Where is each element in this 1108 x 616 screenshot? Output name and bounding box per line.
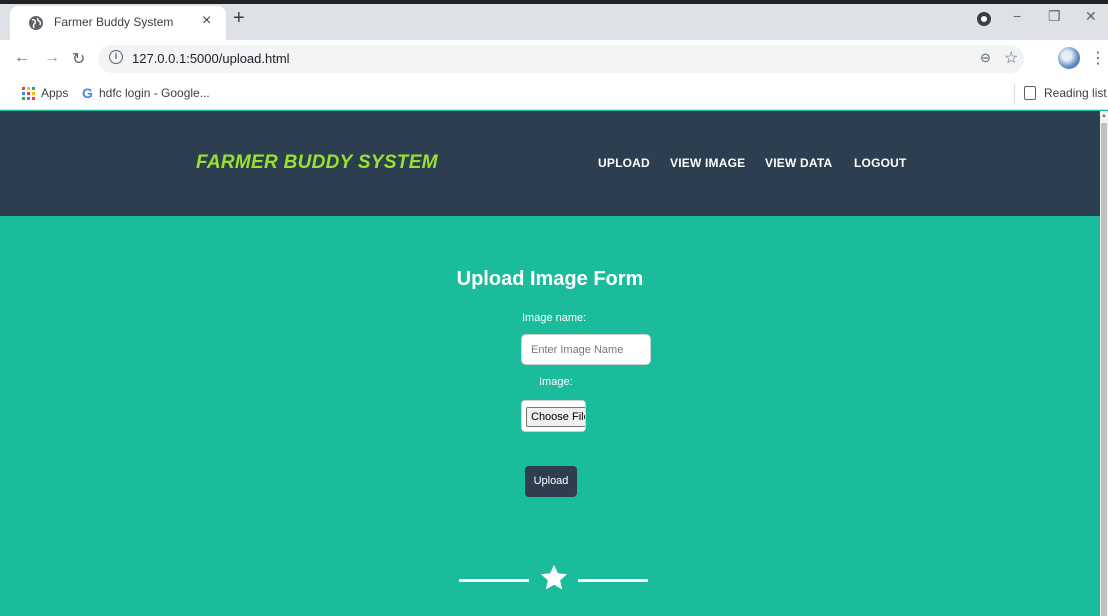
tab-close-icon[interactable]: × xyxy=(202,12,211,30)
reload-icon[interactable]: ↻ xyxy=(72,49,85,69)
zoom-icon[interactable]: ⊖ xyxy=(980,50,991,66)
bookmark-hdfc-login[interactable]: hdfc login - Google... xyxy=(99,86,210,100)
form-title: Upload Image Form xyxy=(456,268,644,290)
site-brand[interactable]: FARMER BUDDY SYSTEM xyxy=(196,152,438,174)
browser-tab[interactable]: Farmer Buddy System × xyxy=(10,6,226,40)
nav-view-data[interactable]: VIEW DATA xyxy=(765,156,832,170)
bookmark-apps[interactable]: Apps xyxy=(41,86,68,100)
page-content: FARMER BUDDY SYSTEM UPLOAD VIEW IMAGE VI… xyxy=(0,111,1100,616)
window-top-edge xyxy=(0,0,1108,4)
reading-list-icon[interactable] xyxy=(1024,86,1036,100)
choose-file-button[interactable]: Choose File xyxy=(526,407,585,427)
restore-icon[interactable]: ❐ xyxy=(1048,8,1061,25)
image-label: Image: xyxy=(539,376,573,388)
bookmark-separator xyxy=(1014,84,1015,104)
tab-title: Farmer Buddy System xyxy=(54,15,174,29)
image-name-input[interactable] xyxy=(521,334,651,365)
nav-upload[interactable]: UPLOAD xyxy=(598,156,650,170)
site-navbar: FARMER BUDDY SYSTEM UPLOAD VIEW IMAGE VI… xyxy=(0,111,1100,216)
address-bar-row: ← → ↻ i 127.0.0.1:5000/upload.html ⊖ ☆ ⋮ xyxy=(0,40,1108,78)
menu-kebab-icon[interactable]: ⋮ xyxy=(1090,48,1106,68)
star-icon xyxy=(541,564,567,590)
profile-avatar-icon[interactable] xyxy=(1058,47,1080,69)
scroll-up-icon[interactable]: ▲ xyxy=(1101,113,1107,119)
page-scrollbar[interactable]: ▲ xyxy=(1100,111,1108,616)
reading-list-button[interactable]: Reading list xyxy=(1044,86,1107,100)
back-arrow-icon[interactable]: ← xyxy=(14,49,30,67)
url-bar[interactable]: i 127.0.0.1:5000/upload.html ⊖ ☆ xyxy=(98,45,1024,73)
divider-line-right xyxy=(578,579,648,582)
forward-arrow-icon[interactable]: → xyxy=(44,49,60,67)
info-icon[interactable]: i xyxy=(109,50,123,64)
url-text[interactable]: 127.0.0.1:5000/upload.html xyxy=(132,51,290,66)
divider-line-left xyxy=(459,579,529,582)
bookmark-star-icon[interactable]: ☆ xyxy=(1004,48,1018,68)
bookmarks-bar: Apps G hdfc login - Google... Reading li… xyxy=(0,78,1108,110)
minimize-icon[interactable]: − xyxy=(1013,8,1021,24)
extension-icon[interactable] xyxy=(977,12,991,26)
scrollbar-thumb[interactable] xyxy=(1101,123,1107,616)
nav-logout[interactable]: LOGOUT xyxy=(854,156,907,170)
apps-grid-icon[interactable] xyxy=(22,87,35,100)
upload-button[interactable]: Upload xyxy=(525,466,577,497)
globe-icon xyxy=(29,16,43,30)
image-name-label: Image name: xyxy=(522,312,587,324)
new-tab-icon[interactable]: + xyxy=(233,7,245,30)
close-window-icon[interactable]: ✕ xyxy=(1085,8,1097,25)
file-input[interactable]: Choose File xyxy=(521,400,586,432)
google-icon: G xyxy=(82,85,93,101)
browser-tab-bar: Farmer Buddy System × + − ❐ ✕ xyxy=(0,0,1108,40)
nav-view-image[interactable]: VIEW IMAGE xyxy=(670,156,745,170)
